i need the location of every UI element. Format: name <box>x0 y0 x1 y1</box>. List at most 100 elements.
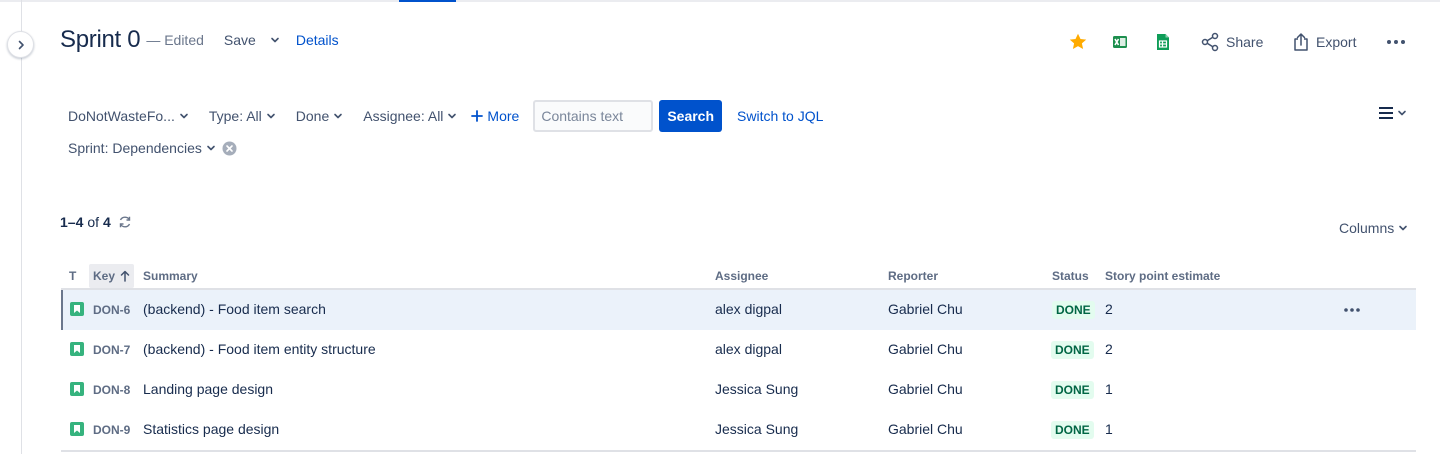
table-row[interactable]: DON-7 (backend) - Food item entity struc… <box>61 330 1416 370</box>
column-header-reporter[interactable]: Reporter <box>888 269 938 283</box>
columns-label: Columns <box>1339 220 1395 236</box>
issue-key-link[interactable]: DON-6 <box>93 303 130 317</box>
status-filter-label: Done <box>295 108 330 124</box>
save-options-button[interactable] <box>270 35 280 45</box>
issue-story-points: 1 <box>1105 381 1113 397</box>
share-icon <box>1201 32 1219 52</box>
issue-summary-link[interactable]: (backend) - Food item search <box>143 301 326 317</box>
sprint-filter-label: Sprint: Dependencies <box>68 140 202 156</box>
row-actions-button[interactable] <box>1343 302 1361 321</box>
table-row[interactable]: DON-6 (backend) - Food item search alex … <box>61 290 1416 330</box>
save-button[interactable]: Save <box>224 32 256 48</box>
status-filter[interactable]: Done <box>288 100 351 132</box>
table-header: T Key Summary Assignee Reporter Status S… <box>61 262 1416 290</box>
issue-story-points: 1 <box>1105 421 1113 437</box>
contains-text-input[interactable] <box>533 100 654 132</box>
table-row[interactable]: DON-9 Statistics page design Jessica Sun… <box>61 410 1416 450</box>
view-toggle-button[interactable] <box>1378 106 1407 120</box>
top-border <box>0 0 1440 2</box>
export-icon <box>1294 33 1308 51</box>
column-header-key-label: Key <box>93 269 116 283</box>
column-header-assignee[interactable]: Assignee <box>715 269 768 283</box>
more-actions-button[interactable] <box>1386 30 1406 54</box>
column-header-status[interactable]: Status <box>1052 269 1089 283</box>
chevron-down-icon <box>1399 225 1408 231</box>
export-excel-button[interactable] <box>1112 30 1128 54</box>
sidebar-edge <box>21 0 22 454</box>
issue-assignee: alex digpal <box>715 341 782 357</box>
column-header-type[interactable]: T <box>69 269 76 283</box>
export-label: Export <box>1316 34 1357 50</box>
chevron-down-icon <box>1398 110 1406 116</box>
chevron-down-icon <box>266 113 275 119</box>
more-icon <box>1387 40 1405 44</box>
chevron-down-icon <box>180 113 188 119</box>
excel-icon <box>1113 36 1127 48</box>
refresh-icon <box>119 216 131 228</box>
share-label: Share <box>1226 34 1264 50</box>
page-header: Sprint 0 — Edited Save Details <box>60 24 339 56</box>
switch-to-jql-link[interactable]: Switch to JQL <box>737 108 823 124</box>
edited-indicator: — Edited <box>146 32 204 48</box>
active-tab-indicator <box>399 0 456 2</box>
more-filters-label: More <box>487 108 520 124</box>
story-icon <box>70 302 84 316</box>
chevron-down-icon <box>448 113 457 119</box>
issue-key-link[interactable]: DON-9 <box>93 423 130 437</box>
issue-story-points: 2 <box>1105 301 1113 317</box>
filter-bar: DoNotWasteFo... Type: All Done Assignee:… <box>60 100 823 132</box>
story-icon <box>70 382 84 396</box>
chevron-down-icon <box>271 37 279 43</box>
story-icon <box>70 422 84 436</box>
table-row[interactable]: DON-8 Landing page design Jessica Sung G… <box>61 370 1416 410</box>
issue-story-points: 2 <box>1105 341 1113 357</box>
result-count: 1–4 of 4 <box>60 214 132 230</box>
plus-icon <box>471 110 484 122</box>
star-button[interactable] <box>1068 30 1088 54</box>
page-title: Sprint 0 <box>60 26 141 53</box>
columns-button[interactable]: Columns <box>1339 220 1408 236</box>
issue-summary-link[interactable]: Statistics page design <box>143 421 279 437</box>
issue-summary-link[interactable]: Landing page design <box>143 381 273 397</box>
chevron-down-icon <box>207 145 215 151</box>
more-filters-button[interactable]: More <box>465 100 525 132</box>
project-filter[interactable]: DoNotWasteFo... <box>60 100 197 132</box>
more-icon <box>1344 308 1360 312</box>
clear-sprint-filter-button[interactable] <box>222 141 237 156</box>
result-range: 1–4 <box>60 214 84 230</box>
chevron-down-icon <box>334 113 343 119</box>
column-header-key[interactable]: Key <box>89 264 135 288</box>
project-filter-label: DoNotWasteFo... <box>68 108 175 124</box>
issues-table: T Key Summary Assignee Reporter Status S… <box>61 262 1416 452</box>
share-button[interactable]: Share <box>1200 30 1263 54</box>
google-sheets-button[interactable] <box>1155 30 1171 54</box>
issue-summary-link[interactable]: (backend) - Food item entity structure <box>143 341 376 357</box>
chevron-right-icon <box>18 40 24 49</box>
export-button[interactable]: Export <box>1292 30 1356 54</box>
details-link[interactable]: Details <box>296 32 339 48</box>
status-badge: DONE <box>1052 301 1095 319</box>
sprint-filter[interactable]: Sprint: Dependencies <box>60 136 224 160</box>
type-filter[interactable]: Type: All <box>201 100 284 132</box>
issue-key-link[interactable]: DON-7 <box>93 343 130 357</box>
issue-assignee: Jessica Sung <box>715 421 799 437</box>
issue-reporter: Gabriel Chu <box>888 421 963 437</box>
expand-sidebar-button[interactable] <box>7 31 34 58</box>
issue-key-link[interactable]: DON-8 <box>93 383 130 397</box>
type-filter-label: Type: All <box>208 108 262 124</box>
search-button[interactable]: Search <box>659 100 723 132</box>
refresh-button[interactable] <box>118 215 132 229</box>
issue-reporter: Gabriel Chu <box>888 301 963 317</box>
result-of-label: of <box>87 214 100 230</box>
sort-arrow-up-icon <box>120 270 130 282</box>
list-view-icon <box>1379 107 1393 119</box>
assignee-filter[interactable]: Assignee: All <box>355 100 465 132</box>
column-header-story-points[interactable]: Story point estimate <box>1105 269 1220 283</box>
issue-reporter: Gabriel Chu <box>888 381 963 397</box>
issue-assignee: Jessica Sung <box>715 381 799 397</box>
table-bottom-border <box>61 450 1416 452</box>
status-badge: DONE <box>1051 341 1094 359</box>
story-icon <box>70 342 84 356</box>
column-header-summary[interactable]: Summary <box>143 269 198 283</box>
status-badge: DONE <box>1051 381 1094 399</box>
